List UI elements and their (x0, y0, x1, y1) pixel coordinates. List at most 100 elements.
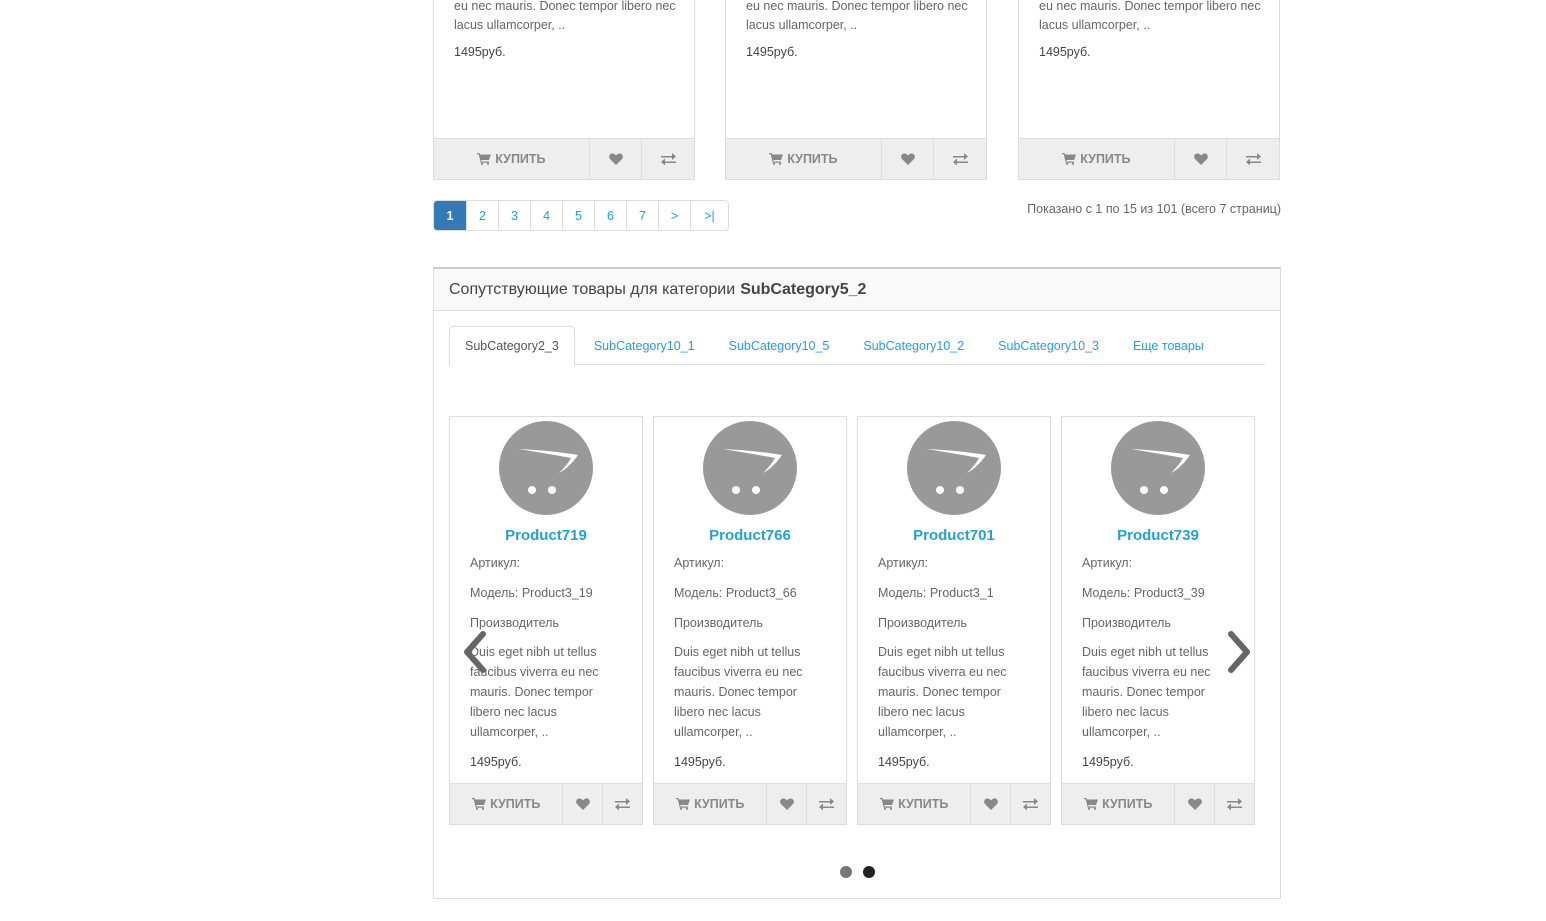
related-product-card: Product719 Артикул: Модель: Product3_19 … (449, 416, 643, 825)
carousel-pagination (840, 866, 875, 878)
wishlist-button[interactable] (970, 784, 1010, 824)
compare-icon (952, 153, 968, 165)
product-manufacturer: Производитель (674, 616, 763, 630)
buy-label: КУПИТЬ (694, 797, 745, 811)
buy-button[interactable]: КУПИТЬ (1019, 139, 1174, 179)
heart-icon (1188, 798, 1202, 810)
page-link-1[interactable]: 1 (434, 201, 466, 230)
buy-button[interactable]: КУПИТЬ (654, 784, 766, 824)
product-image[interactable] (703, 421, 797, 515)
carousel-prev-button[interactable] (461, 631, 489, 673)
wishlist-button[interactable] (1174, 784, 1214, 824)
carousel-dot-2[interactable] (863, 866, 875, 878)
product-description: Duis eget nibh ut tellus faucibus viverr… (878, 645, 1007, 739)
product-description: Duis eget nibh ut tellus faucibus viverr… (470, 645, 599, 739)
product-sku-label: Артикул: (470, 556, 521, 570)
product-card: eu nec mauris. Donec tempor libero nec l… (433, 0, 695, 180)
product-price: 1495руб. (1082, 755, 1134, 769)
buy-label: КУПИТЬ (1080, 152, 1131, 166)
product-actions: КУПИТЬ (1061, 783, 1255, 825)
page-link-3[interactable]: 3 (498, 201, 530, 230)
compare-button[interactable] (602, 784, 642, 824)
compare-button[interactable] (1010, 784, 1050, 824)
cart-icon (1084, 798, 1099, 810)
product-model: Модель: Product3_1 (878, 586, 994, 600)
page-link-2[interactable]: 2 (466, 201, 498, 230)
pagination: 1 2 3 4 5 6 7 > >| (433, 200, 729, 231)
page-link-6[interactable]: 6 (594, 201, 626, 230)
cart-icon (880, 798, 895, 810)
product-price: 1495руб. (674, 755, 726, 769)
product-name[interactable]: Product701 (858, 527, 1050, 544)
page-link-7[interactable]: 7 (626, 201, 658, 230)
wishlist-button[interactable] (588, 139, 642, 179)
tab-subcategory10-1[interactable]: SubCategory10_1 (579, 326, 710, 365)
product-description: eu nec mauris. Donec tempor libero nec l… (454, 0, 676, 32)
page-link-4[interactable]: 4 (530, 201, 562, 230)
opencart-logo-icon (907, 421, 1001, 518)
buy-button[interactable]: КУПИТЬ (1062, 784, 1174, 824)
buy-button[interactable]: КУПИТЬ (858, 784, 970, 824)
product-manufacturer: Производитель (878, 616, 967, 630)
buy-label: КУПИТЬ (787, 152, 838, 166)
buy-label: КУПИТЬ (898, 797, 949, 811)
buy-button[interactable]: КУПИТЬ (450, 784, 562, 824)
wishlist-button[interactable] (562, 784, 602, 824)
product-actions: КУПИТЬ (433, 138, 695, 180)
carousel-next-button[interactable] (1225, 631, 1253, 673)
heading-category: SubCategory5_2 (740, 280, 867, 298)
opencart-logo-icon (703, 421, 797, 518)
product-name[interactable]: Product719 (450, 527, 642, 544)
tab-subcategory2-3[interactable]: SubCategory2_3 (449, 326, 575, 366)
compare-button[interactable] (806, 784, 846, 824)
product-manufacturer: Производитель (1082, 616, 1171, 630)
compare-icon (1227, 798, 1243, 810)
wishlist-button[interactable] (880, 139, 934, 179)
tab-subcategory10-3[interactable]: SubCategory10_3 (983, 326, 1114, 365)
product-price: 1495руб. (746, 45, 798, 59)
carousel-dot-1[interactable] (840, 866, 852, 878)
heart-icon (1193, 153, 1208, 165)
tab-more-products[interactable]: Еще товары (1118, 326, 1219, 365)
compare-button[interactable] (1214, 784, 1254, 824)
product-price: 1495руб. (878, 755, 930, 769)
page-next[interactable]: > (658, 201, 690, 230)
product-description: eu nec mauris. Donec tempor libero nec l… (1039, 0, 1261, 32)
related-product-card: Product739 Артикул: Модель: Product3_39 … (1061, 416, 1255, 825)
cart-icon (477, 153, 492, 165)
product-name[interactable]: Product766 (654, 527, 846, 544)
product-sku-label: Артикул: (1082, 556, 1133, 570)
heart-icon (984, 798, 998, 810)
product-image[interactable] (907, 421, 1001, 515)
product-image[interactable] (499, 421, 593, 515)
heart-icon (780, 798, 794, 810)
buy-button[interactable]: КУПИТЬ (434, 139, 589, 179)
related-product-card: Product701 Артикул: Модель: Product3_1 П… (857, 416, 1051, 825)
compare-icon (1023, 798, 1039, 810)
product-name[interactable]: Product739 (1062, 527, 1254, 544)
cart-icon (472, 798, 487, 810)
chevron-left-icon (461, 631, 489, 676)
buy-button[interactable]: КУПИТЬ (726, 139, 881, 179)
wishlist-button[interactable] (1173, 139, 1227, 179)
category-tabs: SubCategory2_3 SubCategory10_1 SubCatego… (449, 326, 1265, 366)
product-description: eu nec mauris. Donec tempor libero nec l… (746, 0, 968, 32)
results-summary: Показано с 1 по 15 из 101 (всего 7 стран… (1027, 202, 1281, 216)
tab-subcategory10-2[interactable]: SubCategory10_2 (848, 326, 979, 365)
page-last[interactable]: >| (690, 201, 728, 230)
compare-button[interactable] (1226, 139, 1279, 179)
related-product-card: Product766 Артикул: Модель: Product3_66 … (653, 416, 847, 825)
compare-button[interactable] (933, 139, 986, 179)
product-sku-label: Артикул: (674, 556, 725, 570)
compare-button[interactable] (641, 139, 694, 179)
page-link-5[interactable]: 5 (562, 201, 594, 230)
buy-label: КУПИТЬ (1102, 797, 1153, 811)
product-actions: КУПИТЬ (1018, 138, 1280, 180)
compare-icon (660, 153, 676, 165)
tab-subcategory10-5[interactable]: SubCategory10_5 (714, 326, 845, 365)
wishlist-button[interactable] (766, 784, 806, 824)
product-actions: КУПИТЬ (857, 783, 1051, 825)
chevron-right-icon (1225, 631, 1253, 676)
product-image[interactable] (1111, 421, 1205, 515)
product-manufacturer: Производитель (470, 616, 559, 630)
